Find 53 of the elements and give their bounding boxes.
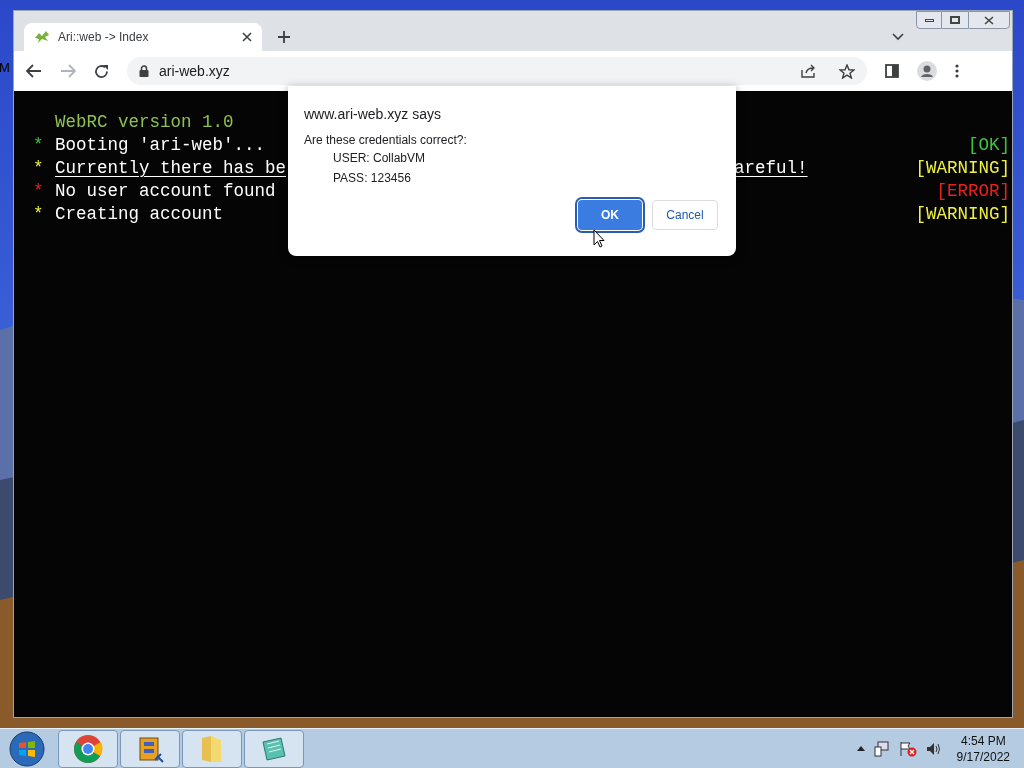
url-text: ari-web.xyz	[159, 61, 231, 81]
speaker-icon[interactable]	[925, 741, 942, 756]
menu-icon[interactable]	[955, 64, 959, 78]
terminal-heading: WebRC version 1.0	[55, 111, 234, 134]
log-text: Booting 'ari-web'...	[55, 134, 266, 157]
status-tag: [ERROR]	[936, 180, 1010, 203]
new-tab-icon[interactable]	[278, 31, 290, 43]
bullet-mark: *	[33, 157, 45, 180]
log-text: Currently there has be	[55, 157, 287, 180]
side-panel-icon[interactable]	[885, 64, 899, 78]
back-icon[interactable]	[26, 64, 42, 78]
star-icon[interactable]	[839, 63, 855, 79]
log-text: areful!	[734, 157, 808, 180]
address-bar[interactable]: ari-web.xyz	[127, 57, 867, 85]
show-hidden-icon[interactable]	[856, 746, 865, 751]
lock-icon	[139, 65, 149, 77]
maximize-button[interactable]	[942, 11, 968, 29]
share-icon[interactable]	[801, 64, 817, 78]
chrome-icon	[73, 733, 103, 764]
leaf-icon	[34, 30, 50, 44]
status-tag: [WARNING]	[915, 157, 1010, 180]
bullet-mark: *	[33, 203, 45, 226]
dialog-title: www.ari-web.xyz says	[304, 105, 441, 123]
status-tag: [OK]	[968, 134, 1010, 157]
taskbar-button[interactable]	[244, 729, 304, 768]
clock-date[interactable]: 9/17/2022	[956, 748, 1010, 765]
dialog-button[interactable]: Cancel	[652, 200, 718, 230]
chevron-down-icon[interactable]	[892, 33, 904, 41]
browser-tab[interactable]: Ari::web -> Index	[24, 23, 262, 51]
start-button[interactable]	[9, 730, 45, 767]
credential-text: PASS: 123456	[333, 170, 411, 187]
desktop-icon-label: M	[0, 59, 10, 77]
cursor-icon	[593, 229, 605, 248]
close-icon	[984, 15, 994, 25]
dialog-message: Are these credentials correct?:	[304, 132, 467, 148]
network-icon[interactable]	[873, 740, 890, 757]
close-button[interactable]	[968, 11, 1010, 29]
minimize-button[interactable]	[916, 11, 942, 29]
credential-text: USER: CollabVM	[333, 150, 426, 167]
flag-icon[interactable]	[898, 740, 917, 757]
close-icon[interactable]	[242, 32, 252, 42]
reload-icon[interactable]	[94, 63, 109, 79]
taskbar-button[interactable]	[120, 729, 180, 768]
status-tag: [WARNING]	[915, 203, 1010, 226]
tab-title: Ari::web -> Index	[58, 29, 150, 46]
dialog-button[interactable]: OK	[578, 200, 642, 230]
bullet-mark: *	[33, 180, 45, 203]
clock-time[interactable]: 4:54 PM	[960, 732, 1006, 749]
log-text: Creating account	[55, 203, 224, 226]
profile-icon[interactable]	[917, 61, 937, 81]
log-text: No user account found	[55, 180, 276, 203]
bullet-mark: *	[33, 134, 45, 157]
taskbar-button[interactable]	[58, 729, 118, 768]
